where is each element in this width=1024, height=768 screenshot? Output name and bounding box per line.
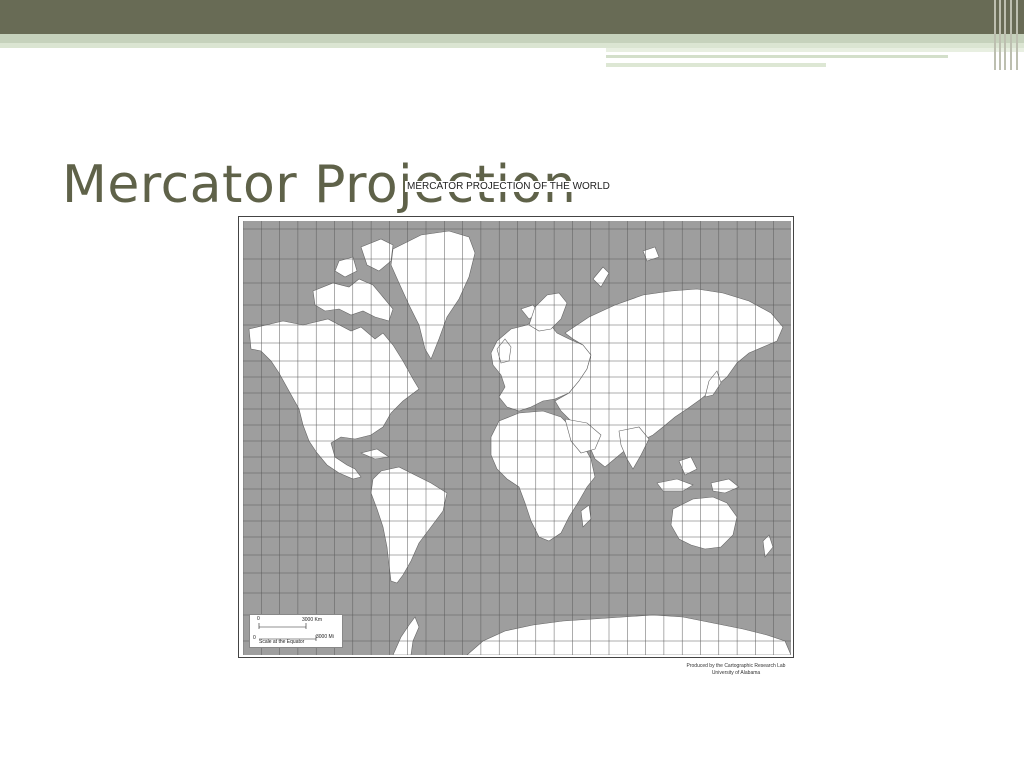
header-right-stripes [990,0,1024,70]
header-accent-line [606,48,1024,52]
header-band-light [0,34,1024,43]
scale-km-label: 3000 Km [302,617,323,623]
scale-caption: Scale at the Equator [259,639,305,645]
credit-line-1: Produced by the Cartographic Research La… [686,663,786,669]
scale-zero-top: 0 [257,616,260,622]
world-map [243,221,791,655]
header-accent-line [606,63,826,67]
scale-mi-label: 3000 Mi [316,634,334,640]
map-frame: 0 3000 Km 0 Scale at the Equator 3000 Mi [238,216,794,658]
scale-zero-bottom: 0 [253,635,256,641]
credit-line-2: University of Alabama [711,670,761,676]
map-heading: MERCATOR PROJECTION OF THE WORLD [405,181,612,192]
scale-bar: 0 3000 Km 0 Scale at the Equator 3000 Mi [249,614,343,648]
map-figure: 0 3000 Km 0 Scale at the Equator 3000 Mi… [238,175,798,685]
header-band-dark [0,0,1024,34]
map-credit: Produced by the Cartographic Research La… [674,663,798,677]
header-accent-line [606,55,948,58]
